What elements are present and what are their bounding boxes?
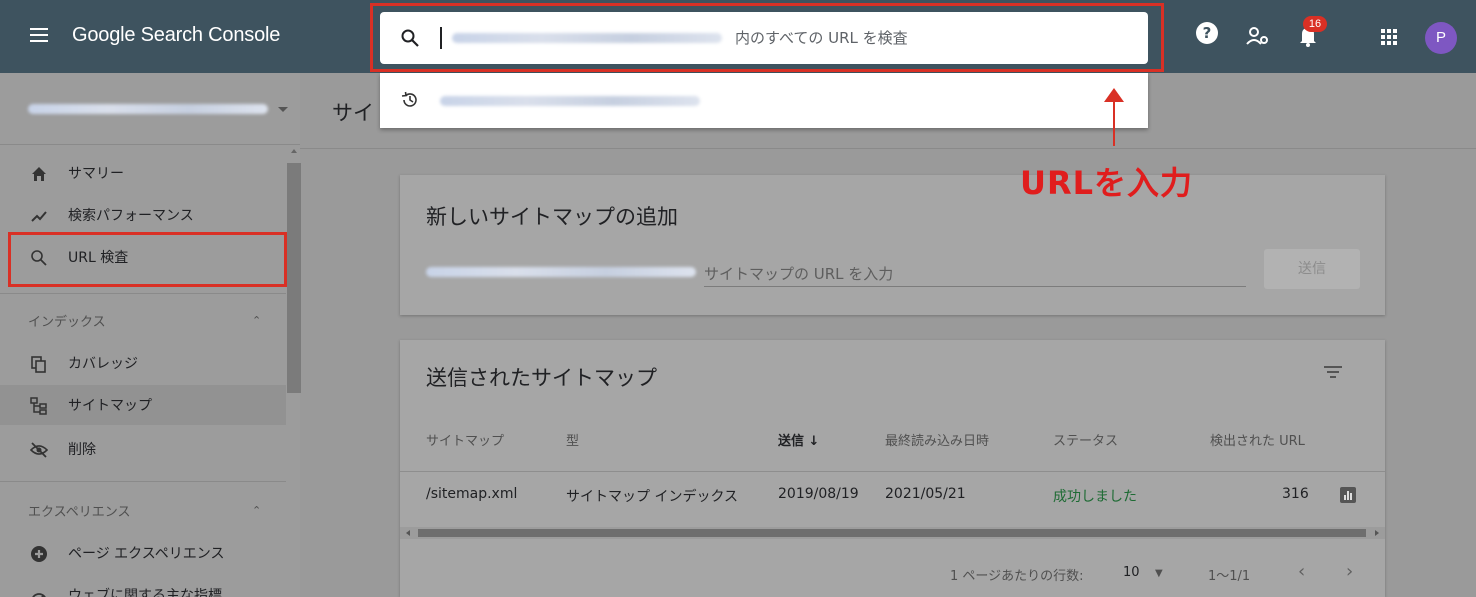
page-experience-icon bbox=[31, 546, 47, 562]
chevron-up-icon[interactable]: ⌃ bbox=[252, 314, 261, 327]
cell-discovered-urls: 316 bbox=[1282, 486, 1309, 502]
column-header-type[interactable]: 型 bbox=[566, 430, 579, 449]
sidebar-item-label: ページ エクスペリエンス bbox=[68, 546, 225, 562]
search-highlight bbox=[370, 3, 1164, 72]
url-inspection-highlight bbox=[8, 232, 287, 287]
submitted-sitemaps-title: 送信されたサイトマップ bbox=[426, 366, 657, 390]
add-sitemap-title: 新しいサイトマップの追加 bbox=[426, 205, 678, 229]
column-header-last-read[interactable]: 最終読み込み日時 bbox=[885, 430, 989, 449]
redacted-property-name bbox=[28, 104, 268, 114]
sidebar-item-performance[interactable]: 検索パフォーマンス bbox=[0, 195, 286, 235]
eye-off-icon bbox=[30, 442, 48, 458]
column-header-sitemap[interactable]: サイトマップ bbox=[426, 430, 504, 449]
annotation-text: URLを入力 bbox=[1020, 164, 1194, 202]
sitemap-url-input[interactable]: サイトマップの URL を入力 bbox=[704, 259, 1246, 287]
cell-sitemap[interactable]: /sitemap.xml bbox=[426, 486, 517, 502]
home-icon bbox=[32, 167, 46, 181]
cell-last-read: 2021/05/21 bbox=[885, 486, 966, 502]
history-icon bbox=[401, 91, 417, 107]
sidebar: サマリー 検索パフォーマンス URL 検査 インデックス ⌃ カバレッジ サイト… bbox=[0, 73, 301, 597]
chevron-down-icon bbox=[278, 107, 288, 112]
scroll-left-arrow[interactable] bbox=[406, 530, 410, 536]
suggestion-item[interactable] bbox=[440, 96, 700, 106]
section-experience-title[interactable]: エクスペリエンス bbox=[28, 501, 130, 520]
notification-badge: 16 bbox=[1303, 16, 1327, 32]
column-header-discovered-urls[interactable]: 検出された URL bbox=[1210, 430, 1305, 449]
cell-submitted: 2019/08/19 bbox=[778, 486, 859, 502]
sidebar-item-label: 削除 bbox=[68, 442, 96, 458]
app-title[interactable]: Google Search Console bbox=[72, 24, 280, 47]
property-selector[interactable] bbox=[0, 73, 300, 145]
sidebar-item-core-web-vitals[interactable]: ウェブに関する主な指標 bbox=[0, 575, 286, 597]
search-suggestions bbox=[380, 73, 1148, 128]
rows-per-page-select[interactable]: 10 bbox=[1123, 565, 1140, 580]
redacted-domain-prefix bbox=[426, 267, 696, 277]
help-icon[interactable]: ? bbox=[1196, 22, 1218, 44]
column-header-status[interactable]: ステータス bbox=[1053, 430, 1118, 449]
sidebar-item-summary[interactable]: サマリー bbox=[0, 153, 286, 193]
horizontal-scrollbar[interactable] bbox=[400, 527, 1385, 539]
chevron-down-icon[interactable]: ▼ bbox=[1155, 568, 1163, 579]
menu-icon[interactable] bbox=[30, 28, 48, 42]
sidebar-item-label: カバレッジ bbox=[68, 356, 138, 372]
avatar[interactable]: P bbox=[1425, 22, 1457, 54]
submit-button[interactable]: 送信 bbox=[1264, 249, 1360, 289]
page-title: サイ bbox=[332, 101, 374, 125]
sidebar-item-label: サイトマップ bbox=[68, 398, 152, 414]
annotation-arrow-line bbox=[1113, 98, 1115, 146]
chevron-up-icon[interactable]: ⌃ bbox=[252, 504, 261, 517]
sidebar-item-label: サマリー bbox=[68, 166, 124, 182]
apps-grid-icon[interactable] bbox=[1381, 29, 1397, 45]
sitemap-icon bbox=[30, 397, 47, 415]
manage-users-icon[interactable] bbox=[1246, 26, 1270, 46]
divider bbox=[0, 481, 286, 482]
sidebar-item-sitemaps[interactable]: サイトマップ bbox=[0, 385, 286, 425]
sidebar-item-removals[interactable]: 削除 bbox=[0, 429, 286, 469]
scroll-up-arrow[interactable] bbox=[291, 149, 297, 153]
submitted-sitemaps-card: 送信されたサイトマップ サイトマップ 型 送信 ↓ 最終読み込み日時 ステータス… bbox=[400, 340, 1385, 597]
cell-status: 成功しました bbox=[1053, 489, 1137, 505]
scroll-right-arrow[interactable] bbox=[1375, 530, 1379, 536]
sidebar-item-label: 検索パフォーマンス bbox=[68, 208, 194, 224]
speed-icon bbox=[32, 593, 46, 597]
sidebar-item-label: ウェブに関する主な指標 bbox=[68, 588, 222, 597]
add-sitemap-card: 新しいサイトマップの追加 サイトマップの URL を入力 送信 bbox=[400, 175, 1385, 315]
table-divider bbox=[400, 471, 1385, 472]
copy-icon bbox=[31, 356, 46, 373]
prev-page-icon[interactable]: ‹ bbox=[1298, 561, 1305, 582]
rows-per-page-label: 1 ページあたりの行数: bbox=[950, 569, 1084, 584]
scroll-thumb[interactable] bbox=[418, 529, 1366, 537]
cell-type: サイトマップ インデックス bbox=[566, 489, 739, 505]
filter-icon[interactable] bbox=[1324, 366, 1342, 380]
pagination-range: 1〜1/1 bbox=[1208, 569, 1251, 584]
column-header-submitted[interactable]: 送信 ↓ bbox=[778, 430, 819, 449]
sidebar-item-page-experience[interactable]: ページ エクスペリエンス bbox=[0, 533, 286, 573]
bar-chart-icon[interactable] bbox=[1340, 487, 1356, 503]
sidebar-item-coverage[interactable]: カバレッジ bbox=[0, 343, 286, 383]
next-page-icon[interactable]: › bbox=[1346, 561, 1353, 582]
sidebar-scrollbar[interactable] bbox=[287, 163, 301, 393]
trending-up-icon bbox=[31, 211, 47, 222]
divider bbox=[0, 293, 286, 294]
section-index-title[interactable]: インデックス bbox=[28, 311, 106, 330]
